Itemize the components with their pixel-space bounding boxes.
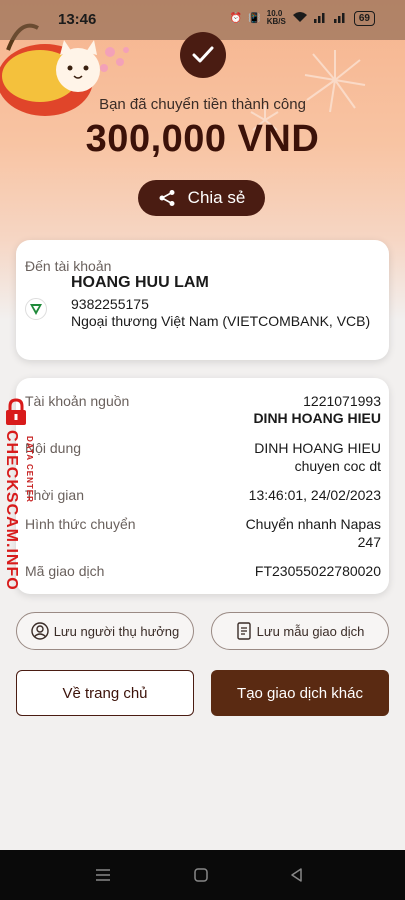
recipient-account-number: 9382255175 xyxy=(71,296,149,312)
document-icon xyxy=(236,622,251,640)
recipient-bank: Ngoại thương Việt Nam (VIETCOMBANK, VCB) xyxy=(71,313,371,329)
destination-label: Đến tài khoản xyxy=(25,258,112,274)
signal-icon xyxy=(313,11,328,26)
transaction-code-label: Mã giao dịch xyxy=(25,563,105,579)
status-icons: ⏰ 📳 10.0 KB/S 69 xyxy=(230,10,375,26)
transaction-code: FT23055022780020 xyxy=(254,563,381,579)
destination-card: Đến tài khoản HOANG HUU LAM 9382255175 N… xyxy=(16,240,389,360)
watermark-text: CHECKSCAM.INFO xyxy=(3,430,20,591)
success-check-icon xyxy=(180,32,226,78)
save-template-button[interactable]: Lưu mẫu giao dịch xyxy=(211,612,389,650)
navigation-bar xyxy=(0,850,405,900)
vibrate-icon: 📳 xyxy=(248,12,261,24)
success-message: Bạn đã chuyển tiền thành công xyxy=(99,96,306,113)
transaction-details-card: Tài khoản nguồn 1221071993 DINH HOANG HI… xyxy=(16,378,389,594)
network-speed: 10.0 KB/S xyxy=(266,9,286,26)
source-account-label: Tài khoản nguồn xyxy=(25,393,130,409)
wifi-icon xyxy=(292,11,308,26)
method-label: Hình thức chuyển xyxy=(25,516,136,532)
share-icon xyxy=(159,190,175,206)
save-recipient-button[interactable]: Lưu người thụ hưởng xyxy=(16,612,194,650)
user-icon xyxy=(31,622,49,640)
lock-icon xyxy=(6,398,26,425)
alarm-icon: ⏰ xyxy=(229,12,243,24)
save-template-label: Lưu mẫu giao dịch xyxy=(256,623,365,639)
watermark: CHECKSCAM.INFO DATA CENTER xyxy=(0,398,36,598)
back-triangle-icon[interactable] xyxy=(289,867,305,883)
battery-indicator: 69 xyxy=(353,10,375,26)
save-recipient-label: Lưu người thụ hưởng xyxy=(53,623,180,639)
menu-icon[interactable] xyxy=(95,867,111,883)
content-line-1: DINH HOANG HIEU xyxy=(254,440,381,456)
share-label: Chia sẻ xyxy=(187,188,246,207)
status-time: 13:46 xyxy=(58,11,97,28)
signal-icon-2 xyxy=(333,11,348,26)
home-square-icon[interactable] xyxy=(193,867,209,883)
time-value: 13:46:01, 24/02/2023 xyxy=(248,487,381,503)
transfer-amount: 300,000 VND xyxy=(85,118,320,160)
source-account-number: 1221071993 xyxy=(303,393,381,409)
watermark-subtext: DATA CENTER xyxy=(25,436,34,503)
source-account-name: DINH HOANG HIEU xyxy=(253,410,381,426)
recipient-name: HOANG HUU LAM xyxy=(71,274,209,291)
method-line-1: Chuyển nhanh Napas xyxy=(245,516,381,532)
method-line-2: 247 xyxy=(357,534,381,550)
home-button[interactable]: Về trang chủ xyxy=(16,670,194,716)
content-line-2: chuyen coc dt xyxy=(294,458,381,474)
new-transaction-button[interactable]: Tạo giao dịch khác xyxy=(211,670,389,716)
share-button[interactable]: Chia sẻ xyxy=(138,180,265,216)
vietcombank-logo-icon xyxy=(25,298,47,320)
